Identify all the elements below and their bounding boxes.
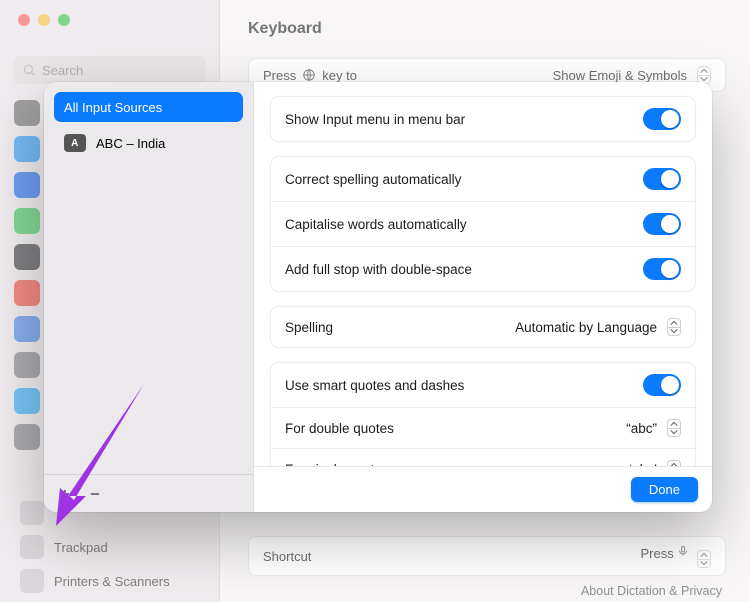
toggle-switch[interactable] xyxy=(643,213,681,235)
input-sources-modal: All Input Sources A ABC – India Show Input… xyxy=(44,82,712,512)
select-value[interactable]: “abc” xyxy=(626,421,657,436)
add-input-source-button[interactable] xyxy=(52,482,78,506)
stepper-icon[interactable] xyxy=(697,550,711,568)
search-placeholder: Search xyxy=(42,63,83,78)
plus-icon xyxy=(58,487,72,501)
sidebar-category-icons xyxy=(14,100,44,450)
settings-row: Show Input menu in menu bar xyxy=(271,97,695,141)
settings-row-label: For double quotes xyxy=(285,421,394,436)
minus-icon xyxy=(88,487,102,501)
sidebar-item-label: Printers & Scanners xyxy=(54,574,170,589)
shortcut-row[interactable]: Shortcut Press xyxy=(248,536,726,576)
trackpad-icon xyxy=(20,535,44,559)
printer-icon xyxy=(20,569,44,593)
settings-group: Correct spelling automatically Capitalise… xyxy=(270,156,696,292)
settings-row: Add full stop with double-space xyxy=(271,246,695,291)
modal-sidebar: All Input Sources A ABC – India xyxy=(44,82,254,512)
page-title: Keyboard xyxy=(248,20,322,38)
settings-group: Use smart quotes and dashes For double qu… xyxy=(270,362,696,466)
sidebar-item-label: ABC – India xyxy=(96,136,165,151)
settings-row-label: Correct spelling automatically xyxy=(285,172,461,187)
search-icon xyxy=(22,63,36,77)
modal-content: Show Input menu in menu bar Correct spell… xyxy=(254,82,712,512)
settings-row: Use smart quotes and dashes xyxy=(271,363,695,407)
sidebar-item-all-sources[interactable]: All Input Sources xyxy=(54,92,243,122)
toggle-switch[interactable] xyxy=(643,108,681,130)
sidebar-item-label: All Input Sources xyxy=(64,100,162,115)
sidebar-item-trackpad[interactable]: Trackpad xyxy=(14,532,206,562)
stepper-icon[interactable] xyxy=(667,419,681,437)
search-input[interactable]: Search xyxy=(14,56,206,84)
sidebar-category-tile[interactable] xyxy=(14,352,40,378)
settings-row: Capitalise words automatically xyxy=(271,201,695,246)
about-dictation-link[interactable]: About Dictation & Privacy xyxy=(581,584,722,598)
traffic-lights xyxy=(18,14,70,26)
sidebar-category-tile[interactable] xyxy=(14,424,40,450)
settings-row: Correct spelling automatically xyxy=(271,157,695,201)
done-button[interactable]: Done xyxy=(631,477,698,502)
close-window-icon[interactable] xyxy=(18,14,30,26)
sidebar-item-printers[interactable]: Printers & Scanners xyxy=(14,566,206,596)
fullscreen-window-icon[interactable] xyxy=(58,14,70,26)
press-globe-label-pre: Press xyxy=(263,68,296,83)
toggle-switch[interactable] xyxy=(643,374,681,396)
sidebar-bottom-list: Trackpad Printers & Scanners xyxy=(14,498,206,596)
modal-sidebar-footer xyxy=(44,474,253,512)
sidebar-category-tile[interactable] xyxy=(14,244,40,270)
settings-row-label: Use smart quotes and dashes xyxy=(285,378,464,393)
settings-row-label: Add full stop with double-space xyxy=(285,262,472,277)
settings-row: For double quotes “abc” xyxy=(271,407,695,448)
remove-input-source-button[interactable] xyxy=(82,482,108,506)
shortcut-label: Shortcut xyxy=(263,549,311,564)
press-globe-label-post: key to xyxy=(322,68,357,83)
modal-footer: Done xyxy=(254,466,712,512)
sidebar-category-tile[interactable] xyxy=(14,280,40,306)
sidebar-category-tile[interactable] xyxy=(14,388,40,414)
microphone-icon xyxy=(677,544,689,558)
sidebar-item-input-source[interactable]: A ABC – India xyxy=(54,128,243,158)
sidebar-item-icon xyxy=(20,501,44,525)
input-source-badge-icon: A xyxy=(64,134,86,152)
settings-group: Spelling Automatic by Language xyxy=(270,306,696,348)
settings-row-label: Spelling xyxy=(285,320,333,335)
toggle-switch[interactable] xyxy=(643,258,681,280)
settings-group: Show Input menu in menu bar xyxy=(270,96,696,142)
sidebar-category-tile[interactable] xyxy=(14,316,40,342)
settings-row: For single quotes‘abc’ xyxy=(271,448,695,466)
globe-icon xyxy=(302,68,316,82)
sidebar-category-tile[interactable] xyxy=(14,172,40,198)
sidebar-category-tile[interactable] xyxy=(14,100,40,126)
shortcut-value-pre: Press xyxy=(641,546,674,561)
stepper-icon[interactable] xyxy=(667,318,681,336)
toggle-switch[interactable] xyxy=(643,168,681,190)
settings-row-label: Show Input menu in menu bar xyxy=(285,112,465,127)
sidebar-category-tile[interactable] xyxy=(14,208,40,234)
minimize-window-icon[interactable] xyxy=(38,14,50,26)
sidebar-item-label: Trackpad xyxy=(54,540,108,555)
select-value[interactable]: Automatic by Language xyxy=(515,320,657,335)
settings-row: Spelling Automatic by Language xyxy=(271,307,695,347)
sidebar-category-tile[interactable] xyxy=(14,136,40,162)
settings-row-label: Capitalise words automatically xyxy=(285,217,467,232)
press-globe-value: Show Emoji & Symbols xyxy=(553,68,687,83)
